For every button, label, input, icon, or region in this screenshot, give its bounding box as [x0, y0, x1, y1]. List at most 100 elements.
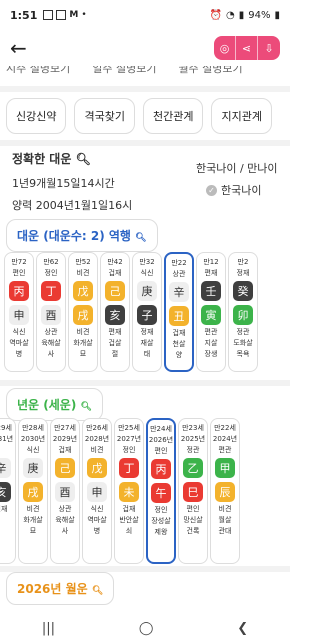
card-spirit: 역마살 — [87, 516, 107, 524]
notification-icons: M • — [43, 10, 87, 20]
instagram-icon[interactable]: ◎ — [214, 36, 236, 60]
sewoon-header: 년운 (세운) 🔍︎ — [6, 388, 103, 421]
card-stem-glyph: 己 — [105, 281, 125, 301]
card-spirit: 지살 — [204, 339, 218, 347]
image-icon — [56, 10, 67, 20]
card-spirit: 월살 — [218, 516, 232, 524]
card-stage: 병 — [93, 527, 101, 535]
card-spirit: 천살 — [172, 340, 186, 348]
card-stem-glyph: 癸 — [233, 281, 253, 301]
card-bottom-label: 식신 — [90, 505, 104, 513]
button-strength[interactable]: 신강신약 — [6, 98, 67, 134]
card-age: 만27세 — [54, 424, 76, 432]
card-age: 만2 — [237, 258, 249, 266]
card-stem-glyph: 庚 — [137, 281, 157, 301]
card-bottom-label: 식신 — [12, 328, 26, 336]
button-gyeokguk[interactable]: 격국찾기 — [74, 98, 135, 134]
card-stem-glyph: 戊 — [73, 281, 93, 301]
sewoon-card[interactable]: 만23세 2025년 정관 乙巳 편인 망신살 건록 — [178, 418, 208, 564]
card-age: 만25세 — [118, 424, 140, 432]
card-top-label: 겁재 — [58, 446, 72, 454]
card-top-label: 편인 — [12, 269, 26, 277]
card-branch-glyph: 戌 — [73, 305, 93, 325]
card-stage: 장생 — [204, 350, 218, 358]
age-label: 한국나이 / 만나이 — [196, 162, 278, 175]
card-stage: 사 — [61, 527, 69, 535]
card-stage: 병 — [15, 350, 23, 358]
card-stem-glyph: 丙 — [151, 459, 171, 479]
card-branch-glyph: 子 — [137, 305, 157, 325]
sewoon-card[interactable]: 만27세 2029년 겁재 己酉 상관 육해살 사 — [50, 418, 80, 564]
card-age: 만28세 — [22, 424, 44, 432]
card-top-label: 식신 — [26, 446, 40, 454]
card-spirit: 화개살 — [73, 339, 93, 347]
card-top-label: 겁재 — [108, 269, 122, 277]
home-icon[interactable]: ◯ — [139, 621, 154, 636]
sewoon-card[interactable]: 만24세 2026년 편인 丙午 정인 장성살 제왕 — [146, 418, 176, 564]
card-stage: 태 — [143, 350, 151, 358]
app-bar: ← ◎ ⋖ ⇩ — [0, 30, 290, 66]
download-icon[interactable]: ⇩ — [258, 36, 280, 60]
section-divider — [0, 140, 290, 146]
nav-back-icon[interactable]: ❮ — [237, 621, 248, 636]
age-selector: 한국나이 / 만나이 ✓ 한국나이 — [196, 160, 278, 198]
sewoon-card[interactable]: 만25세 2027년 정인 丁未 겁재 반안살 쇠 — [114, 418, 144, 564]
daewoon-card[interactable]: 만62 정인 丁酉 상관 육해살 사 — [36, 252, 66, 372]
card-branch-glyph: 戌 — [23, 482, 43, 502]
daewoon-card[interactable]: 만42 겁재 己亥 편재 겁살 절 — [100, 252, 130, 372]
age-radio[interactable]: ✓ 한국나이 — [206, 182, 278, 198]
notification-icon — [43, 10, 54, 20]
card-branch-glyph: 未 — [119, 482, 139, 502]
button-branch-relations[interactable]: 지지관계 — [211, 98, 272, 134]
card-bottom-label: 상관 — [58, 505, 72, 513]
share-icon[interactable]: ⋖ — [236, 36, 258, 60]
sewoon-card[interactable]: 만28세 2030년 식신 庚戌 비견 화개살 묘 — [18, 418, 48, 564]
card-year: 2027년 — [116, 435, 142, 443]
sewoon-card[interactable]: 만26세 2028년 비견 戊申 식신 역마살 병 — [82, 418, 112, 564]
card-bottom-label: 정인 — [154, 506, 168, 514]
card-spirit: 육해살 — [41, 339, 61, 347]
card-age: 만29세 — [0, 424, 12, 432]
card-stage: 목욕 — [236, 350, 250, 358]
card-stem-glyph: 乙 — [183, 458, 203, 478]
sewoon-card[interactable]: 만29세 2031년 辛亥 편재 — [0, 418, 16, 564]
card-top-label: 비견 — [90, 446, 104, 454]
card-spirit: 재살 — [140, 339, 154, 347]
daewoon-strip: 만72 편인 丙申 식신 역마살 병 만62 정인 丁酉 상관 육해살 사 만52 비견 戊戌 비견 화개살 묘 만… — [0, 252, 290, 372]
card-spirit: 반안살 — [119, 516, 139, 524]
card-stem-glyph: 壬 — [201, 281, 221, 301]
card-age: 만42 — [107, 258, 123, 266]
card-stem-glyph: 庚 — [23, 458, 43, 478]
card-year: 2028년 — [84, 435, 110, 443]
card-bottom-label: 편관 — [204, 328, 218, 336]
battery-icon: ▮ — [274, 9, 280, 21]
card-branch-glyph: 申 — [9, 305, 29, 325]
link-hour-pillar[interactable]: 시주 설명보기 — [6, 66, 70, 80]
card-top-label: 편관 — [218, 446, 232, 454]
sewoon-card[interactable]: 만22세 2024년 편관 甲辰 비견 월살 관대 — [210, 418, 240, 564]
card-bottom-label: 상관 — [44, 328, 58, 336]
card-spirit: 육해살 — [55, 516, 75, 524]
card-spirit: 도화살 — [233, 339, 253, 347]
daewoon-card[interactable]: 만32 식신 庚子 정재 재살 태 — [132, 252, 162, 372]
daewoon-card[interactable]: 만72 편인 丙申 식신 역마살 병 — [4, 252, 34, 372]
card-bottom-label: 겁재 — [172, 329, 186, 337]
card-stem-glyph: 丁 — [41, 281, 61, 301]
daewoon-card[interactable]: 만2 정재 癸卯 정관 도화살 목욕 — [228, 252, 258, 372]
card-stage: 제왕 — [154, 528, 168, 536]
button-stem-relations[interactable]: 천간관계 — [142, 98, 204, 134]
gmail-icon: M — [69, 10, 79, 20]
card-year: 2026년 — [148, 436, 174, 444]
back-arrow-icon[interactable]: ← — [10, 36, 27, 60]
card-top-label: 정재 — [236, 269, 250, 277]
daewoon-card[interactable]: 만12 편재 壬寅 편관 지살 장생 — [196, 252, 226, 372]
daewoon-card[interactable]: 만22 상관 辛丑 겁재 천살 양 — [164, 252, 194, 372]
card-age: 만52 — [75, 258, 91, 266]
card-year: 2030년 — [20, 435, 46, 443]
card-age: 만22 — [171, 259, 187, 267]
link-month-pillar[interactable]: 월주 설명보기 — [178, 66, 242, 80]
recents-icon[interactable]: ||| — [42, 621, 55, 636]
check-icon: ✓ — [206, 184, 217, 196]
link-day-pillar[interactable]: 일주 설명보기 — [92, 66, 156, 80]
daewoon-card[interactable]: 만52 비견 戊戌 비견 화개살 묘 — [68, 252, 98, 372]
